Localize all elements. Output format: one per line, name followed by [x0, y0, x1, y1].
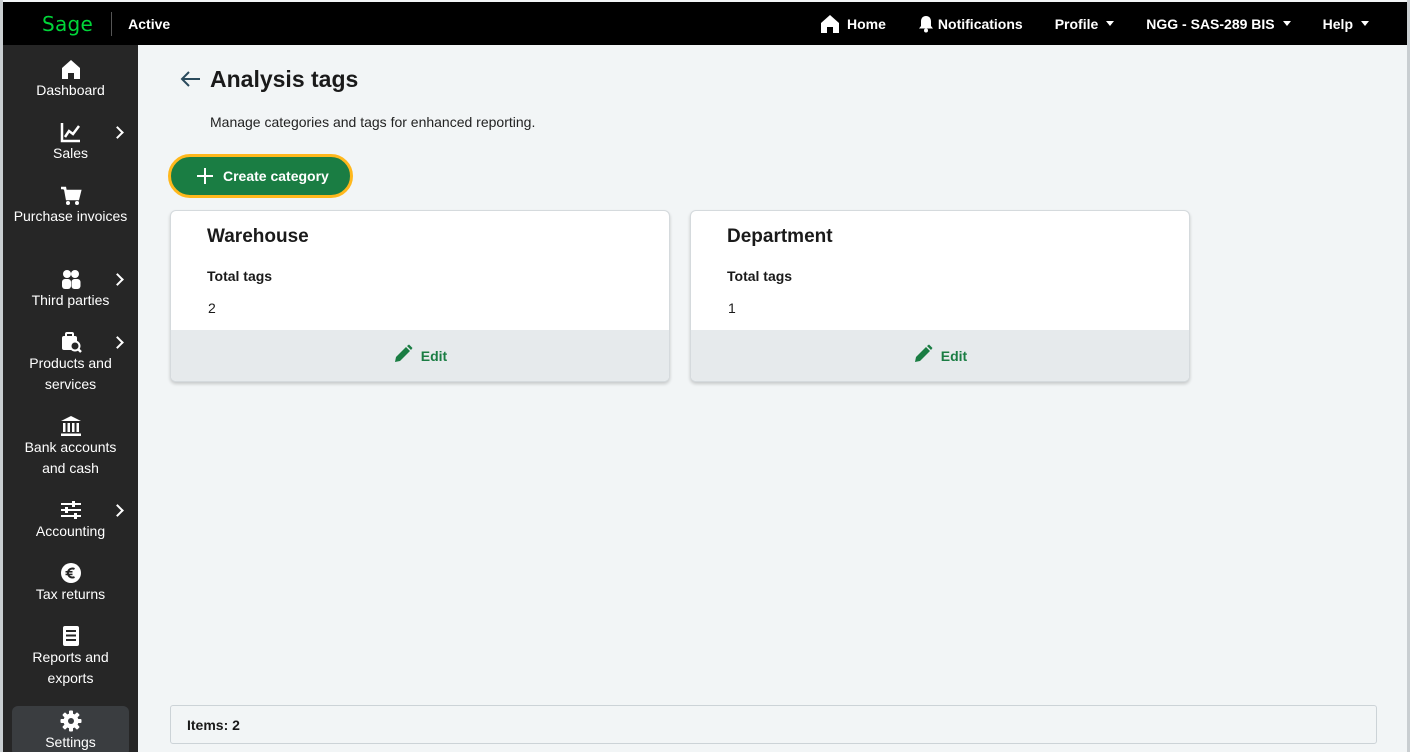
sidebar-item-label: Settings: [45, 734, 96, 750]
page-title: Analysis tags: [210, 66, 359, 92]
category-card: Warehouse Total tags 2 Edit: [170, 210, 670, 382]
plus-icon: [197, 168, 213, 184]
report-icon: [3, 625, 138, 647]
sidebar-item-accounting[interactable]: Accounting: [3, 499, 138, 542]
sidebar-item-sales[interactable]: Sales: [3, 121, 138, 164]
sidebar-item-label: Dashboard: [36, 82, 105, 98]
home-link[interactable]: Home: [820, 2, 886, 45]
profile-label: Profile: [1054, 15, 1099, 32]
sidebar-item-third-parties[interactable]: Third parties: [3, 268, 138, 311]
top-nav: Home Notifications Profile NGG - SAS-289…: [820, 2, 1407, 45]
company-selector[interactable]: NGG - SAS-289 BIS: [1146, 2, 1291, 45]
sidebar-item-label: Reports and exports: [32, 649, 109, 686]
euro-icon: [3, 562, 138, 584]
pencil-icon: [913, 344, 941, 367]
app-status: Active: [128, 15, 171, 32]
chevron-down-icon: [1361, 21, 1369, 26]
sidebar-item-dashboard[interactable]: Dashboard: [3, 58, 138, 101]
edit-label: Edit: [420, 347, 448, 364]
sage-logo[interactable]: Sage: [42, 12, 93, 36]
chevron-down-icon: [1106, 21, 1115, 26]
home-icon: [820, 14, 840, 34]
help-label: Help: [1322, 15, 1353, 32]
create-category-label: Create category: [223, 168, 329, 184]
items-count-bar: Items: 2: [170, 705, 1377, 744]
home-label: Home: [847, 15, 886, 32]
chevron-down-icon: [1282, 21, 1291, 26]
bank-icon: [3, 415, 138, 437]
cart-icon: [3, 184, 138, 206]
bell-icon: [918, 15, 934, 33]
sidebar-item-tax-returns[interactable]: Tax returns: [3, 562, 138, 605]
page-subtitle: Manage categories and tags for enhanced …: [210, 114, 536, 130]
edit-category-button[interactable]: Edit: [171, 330, 669, 381]
sidebar-item-label: Bank accounts and cash: [24, 439, 117, 476]
total-tags-label: Total tags: [727, 268, 793, 284]
category-card: Department Total tags 1 Edit: [690, 210, 1190, 382]
total-tags-value: 2: [208, 300, 216, 316]
back-arrow-icon[interactable]: [178, 68, 202, 92]
sidebar-item-label: Accounting: [35, 523, 106, 539]
category-name: Warehouse: [207, 226, 309, 247]
sidebar-item-purchase-invoices[interactable]: Purchase invoices: [3, 184, 138, 227]
items-count: Items: 2: [187, 716, 240, 733]
sidebar-item-settings[interactable]: Settings: [12, 706, 129, 752]
total-tags-label: Total tags: [207, 268, 273, 284]
sidebar-item-label: Sales: [52, 145, 89, 161]
edit-label: Edit: [940, 347, 968, 364]
create-category-button[interactable]: Create category: [168, 154, 353, 198]
profile-menu[interactable]: Profile: [1055, 2, 1115, 45]
home-icon: [3, 58, 138, 80]
pencil-icon: [393, 344, 421, 367]
sidebar-item-label: Purchase invoices: [13, 208, 128, 224]
sidebar: Dashboard Sales Purchase invoices Third …: [3, 45, 138, 752]
notifications-label: Notifications: [937, 15, 1023, 32]
notifications-link[interactable]: Notifications: [918, 2, 1023, 45]
sidebar-item-label: Products and services: [29, 355, 112, 392]
sidebar-item-reports-and-exports[interactable]: Reports and exports: [3, 625, 138, 689]
total-tags-value: 1: [728, 300, 736, 316]
edit-category-button[interactable]: Edit: [691, 330, 1189, 381]
sidebar-item-label: Tax returns: [35, 586, 106, 602]
category-name: Department: [727, 226, 833, 247]
gear-icon: [12, 710, 129, 732]
sidebar-item-bank-accounts[interactable]: Bank accounts and cash: [3, 415, 138, 479]
logo-divider: [111, 11, 113, 36]
company-label: NGG - SAS-289 BIS: [1146, 15, 1275, 32]
sidebar-item-label: Third parties: [31, 292, 110, 308]
help-menu[interactable]: Help: [1323, 2, 1369, 45]
top-bar: Sage Active Home Notifications Profile N…: [3, 2, 1407, 45]
sidebar-item-products-and-services[interactable]: Products and services: [3, 331, 138, 395]
